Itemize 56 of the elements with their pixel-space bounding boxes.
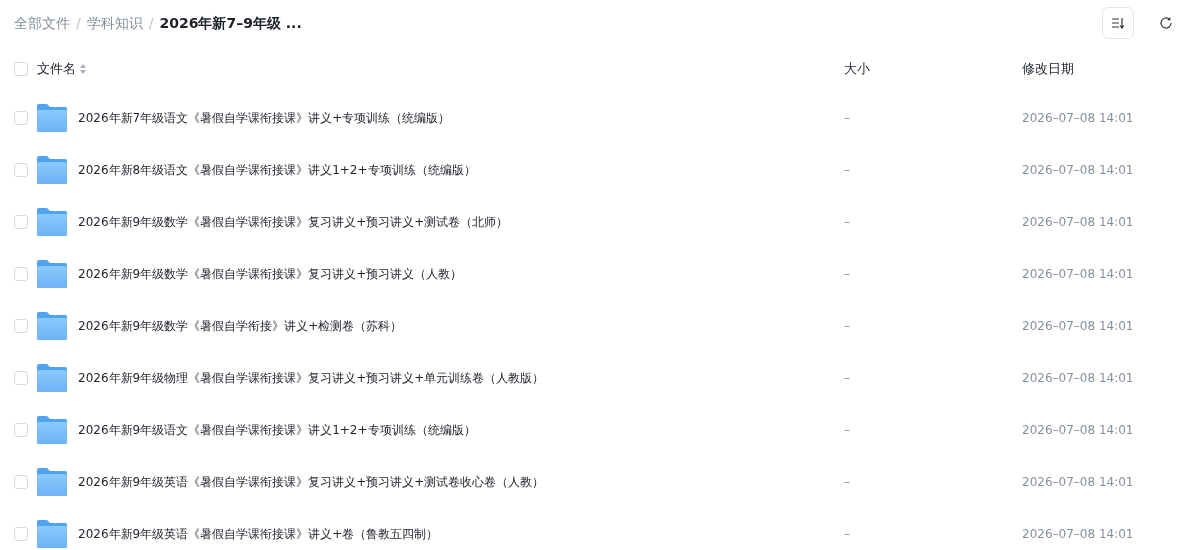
column-header: 大小 [844, 60, 870, 79]
refresh-icon [1159, 16, 1173, 30]
modified-date: 2026–07–08 14:01 [1022, 423, 1134, 437]
modified-date: 2026–07–08 14:01 [1022, 215, 1134, 229]
file-size: – [844, 475, 850, 489]
checkbox[interactable] [14, 527, 28, 541]
file-size: – [844, 371, 850, 385]
sort-icon[interactable] [80, 64, 86, 74]
sort-icon [1111, 17, 1125, 29]
modified-date: 2026–07–08 14:01 [1022, 319, 1134, 333]
file-name[interactable]: 2026年新9年级物理《暑假自学课衔接课》复习讲义+预习讲义+单元训练卷（人教版） [78, 369, 545, 387]
folder-icon [37, 208, 67, 236]
file-name[interactable]: 2026年新8年级语文《暑假自学课衔接课》讲义1+2+专项训练（统编版） [78, 161, 476, 179]
file-name[interactable]: 2026年新9年级英语《暑假自学课衔接课》复习讲义+预习讲义+测试卷收心卷（人教） [78, 473, 545, 491]
checkbox[interactable] [14, 111, 28, 125]
folder-icon [37, 364, 67, 392]
checkbox[interactable] [14, 423, 28, 437]
folder-icon [37, 416, 67, 444]
folder-icon [37, 312, 67, 340]
column-header: 修改日期 [1022, 60, 1074, 79]
checkbox[interactable] [14, 319, 28, 333]
file-size: – [844, 267, 850, 281]
file-name[interactable]: 2026年新9年级数学《暑假自学课衔接课》复习讲义+预习讲义+测试卷（北师） [78, 213, 509, 231]
file-name[interactable]: 2026年新9年级语文《暑假自学课衔接课》讲义1+2+专项训练（统编版） [78, 421, 476, 439]
folder-icon [37, 156, 67, 184]
file-size: – [844, 423, 850, 437]
file-name[interactable]: 2026年新9年级英语《暑假自学课衔接课》讲义+卷（鲁教五四制） [78, 525, 439, 543]
file-size: – [844, 215, 850, 229]
modified-date: 2026–07–08 14:01 [1022, 111, 1134, 125]
checkbox[interactable] [14, 371, 28, 385]
folder-icon [37, 260, 67, 288]
checkbox[interactable] [14, 163, 28, 177]
file-name[interactable]: 2026年新7年级语文《暑假自学课衔接课》讲义+专项训练（统编版） [78, 109, 451, 127]
folder-icon [37, 520, 67, 548]
file-size: – [844, 111, 850, 125]
checkbox[interactable] [14, 215, 28, 229]
modified-date: 2026–07–08 14:01 [1022, 371, 1134, 385]
file-name[interactable]: 2026年新9年级数学《暑假自学衔接》讲义+检测卷（苏科） [78, 317, 403, 335]
checkbox[interactable] [14, 267, 28, 281]
breadcrumb-separator: / [76, 13, 81, 33]
modified-date: 2026–07–08 14:01 [1022, 163, 1134, 177]
file-size: – [844, 527, 850, 541]
file-name[interactable]: 2026年新9年级数学《暑假自学课衔接课》复习讲义+预习讲义（人教） [78, 265, 463, 283]
sort-button[interactable] [1102, 7, 1134, 39]
modified-date: 2026–07–08 14:01 [1022, 267, 1134, 281]
checkbox[interactable] [14, 62, 28, 76]
folder-icon [37, 468, 67, 496]
breadcrumb-separator: / [148, 13, 154, 33]
file-size: – [844, 319, 850, 333]
current-folder: 2026年新7–9年级 ... [159, 13, 302, 33]
modified-date: 2026–07–08 14:01 [1022, 527, 1134, 541]
checkbox[interactable] [14, 475, 28, 489]
file-size: – [844, 163, 850, 177]
folder-icon [37, 104, 67, 132]
column-header[interactable]: 文件名 [37, 59, 76, 79]
modified-date: 2026–07–08 14:01 [1022, 475, 1134, 489]
